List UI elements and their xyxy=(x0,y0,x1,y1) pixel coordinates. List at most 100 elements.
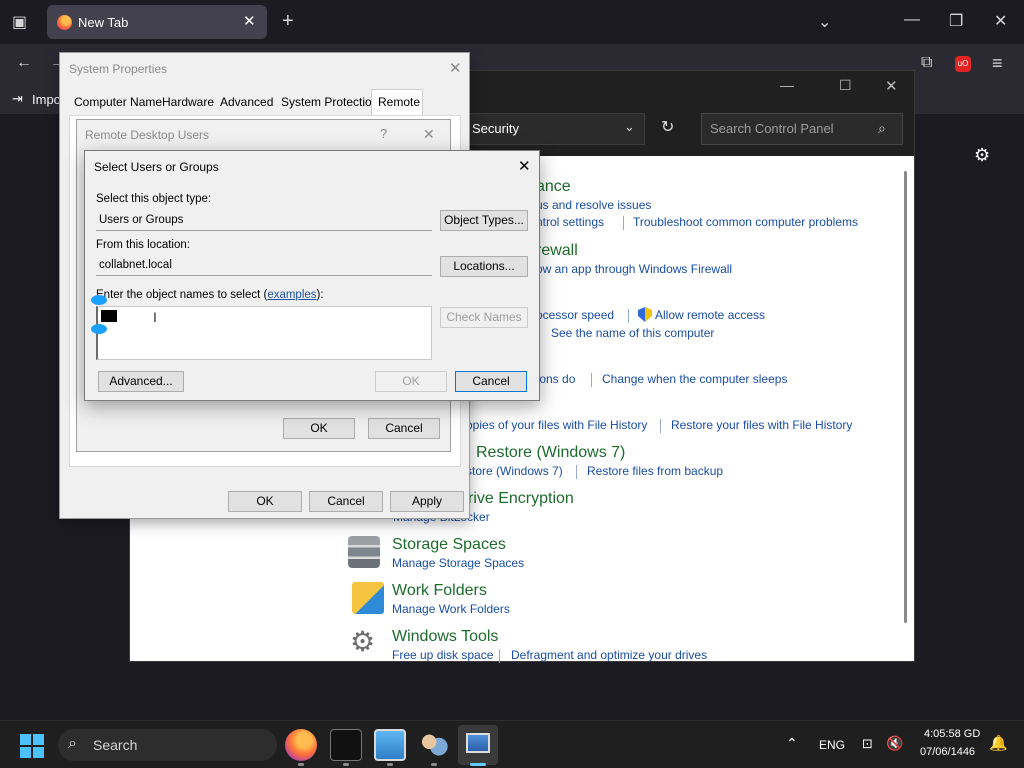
restore-icon[interactable]: ❐ xyxy=(949,11,963,31)
new-tab-icon[interactable]: + xyxy=(282,10,294,33)
running-indicator xyxy=(387,763,393,766)
import-bookmarks-label[interactable]: Impo xyxy=(32,92,61,107)
tab-list-icon[interactable]: ▣ xyxy=(12,12,27,32)
selection-handle-end[interactable] xyxy=(91,324,107,334)
separator xyxy=(576,465,577,479)
cancel-button[interactable]: Cancel xyxy=(455,371,527,392)
notification-bell-icon[interactable]: 🔔 xyxy=(989,734,1008,752)
backup-restore-heading[interactable]: Restore (Windows 7) xyxy=(476,444,625,462)
free-disk-space-link[interactable]: Free up disk space xyxy=(392,648,493,662)
locations-button[interactable]: Locations... xyxy=(440,256,528,277)
firefox-icon[interactable] xyxy=(285,729,317,761)
chevron-up-icon[interactable]: ⌃ xyxy=(786,735,798,752)
clock-date[interactable]: 07/06/1446 xyxy=(920,746,975,758)
processor-speed-link[interactable]: ocessor speed xyxy=(536,308,614,322)
tab-computer-name[interactable]: Computer Name xyxy=(74,95,162,117)
help-icon[interactable]: ? xyxy=(380,126,387,141)
import-bookmarks-icon[interactable]: ⇥ xyxy=(12,91,23,107)
separator xyxy=(591,373,592,387)
system-properties-taskbar-button[interactable] xyxy=(458,725,498,765)
close-window-icon[interactable]: ✕ xyxy=(994,11,1007,31)
examples-link[interactable]: examples xyxy=(267,289,316,301)
running-indicator xyxy=(298,763,304,766)
network-icon[interactable]: ⊡ xyxy=(862,736,873,752)
tab-remote[interactable]: Remote xyxy=(371,89,423,115)
work-folders-heading[interactable]: Work Folders xyxy=(392,582,487,600)
address-text: Security xyxy=(472,121,519,136)
clock-time[interactable]: 4:05:58 GD xyxy=(924,728,980,740)
cp-close-icon[interactable]: ✕ xyxy=(885,77,898,95)
browser-tab-title: New Tab xyxy=(78,15,129,30)
close-icon[interactable]: ✕ xyxy=(423,126,435,143)
scrollbar[interactable] xyxy=(904,171,907,623)
ok-button[interactable]: OK xyxy=(283,418,355,439)
control-panel-icon[interactable] xyxy=(374,729,406,761)
restore-file-history-link[interactable]: Restore your files with File History xyxy=(671,418,852,432)
object-types-button[interactable]: Object Types... xyxy=(440,210,528,231)
taskbar-search-label: Search xyxy=(93,737,138,753)
troubleshoot-link[interactable]: Troubleshoot common computer problems xyxy=(633,215,858,229)
resolve-issues-link[interactable]: us and resolve issues xyxy=(536,198,651,212)
running-indicator xyxy=(343,763,349,766)
allow-app-firewall-link[interactable]: ow an app through Windows Firewall xyxy=(536,262,732,276)
search-icon: ⌕ xyxy=(68,735,77,752)
menu-icon[interactable]: ≡ xyxy=(992,53,1003,74)
defragment-link[interactable]: Defragment and optimize your drives xyxy=(511,648,707,662)
tab-hardware[interactable]: Hardware xyxy=(162,95,214,117)
chevron-down-icon[interactable]: ⌄ xyxy=(818,12,831,32)
maintenance-heading[interactable]: ance xyxy=(536,178,571,196)
computer-sleeps-link[interactable]: Change when the computer sleeps xyxy=(602,372,787,386)
windows-tools-heading[interactable]: Windows Tools xyxy=(392,628,498,646)
chevron-down-icon[interactable]: ⌄ xyxy=(624,119,635,135)
cp-minimize-icon[interactable]: — xyxy=(780,77,794,93)
windows-logo-pane xyxy=(33,734,44,745)
file-history-copies-link[interactable]: opies of your files with File History xyxy=(466,418,647,432)
taskbar-search[interactable]: ⌕ Search xyxy=(58,729,277,761)
gear-icon[interactable]: ⚙ xyxy=(974,145,990,166)
manage-work-folders-link[interactable]: Manage Work Folders xyxy=(392,602,510,616)
cancel-button[interactable]: Cancel xyxy=(309,491,383,512)
allow-remote-access-link[interactable]: Allow remote access xyxy=(655,308,765,322)
ok-button[interactable]: OK xyxy=(375,371,447,392)
users-icon[interactable] xyxy=(418,729,450,761)
tab-advanced[interactable]: Advanced xyxy=(220,95,273,117)
selection-handle-start[interactable] xyxy=(91,295,107,305)
start-button[interactable] xyxy=(20,734,44,758)
location-value: collabnet.local xyxy=(96,256,432,276)
manage-storage-spaces-link[interactable]: Manage Storage Spaces xyxy=(392,556,524,570)
backup-restore-link[interactable]: store (Windows 7) xyxy=(466,464,563,478)
refresh-icon[interactable]: ↻ xyxy=(661,117,674,137)
restore-files-backup-link[interactable]: Restore files from backup xyxy=(587,464,723,478)
tab-system-protection[interactable]: System Protection xyxy=(281,95,378,117)
cp-maximize-icon[interactable]: ☐ xyxy=(839,77,852,94)
bitlocker-heading[interactable]: rive Encryption xyxy=(468,490,574,508)
object-type-value: Users or Groups xyxy=(96,211,432,231)
check-names-button[interactable]: Check Names xyxy=(440,307,528,328)
taskbar: ⌕ Search ⌃ ENG ⊡ 🔇 4:05:58 GD 07/06/1446… xyxy=(0,720,1024,768)
apply-button[interactable]: Apply xyxy=(390,491,464,512)
browser-tab[interactable]: New Tab ✕ xyxy=(47,5,267,39)
power-buttons-link[interactable]: tons do xyxy=(536,372,575,386)
back-arrow-icon[interactable]: ← xyxy=(16,54,32,72)
minimize-icon[interactable]: — xyxy=(904,11,920,29)
storage-spaces-heading[interactable]: Storage Spaces xyxy=(392,536,506,554)
terminal-icon[interactable] xyxy=(330,729,362,761)
windows-logo-pane xyxy=(20,734,31,745)
object-names-input[interactable]: I xyxy=(96,306,432,360)
firewall-heading[interactable]: rewall xyxy=(536,242,578,260)
advanced-button[interactable]: Advanced... xyxy=(98,371,184,392)
volume-muted-icon[interactable]: 🔇 xyxy=(886,735,903,752)
address-field[interactable]: Security ⌄ xyxy=(465,113,645,145)
extensions-icon[interactable]: ⧉ xyxy=(921,54,932,72)
ok-button[interactable]: OK xyxy=(228,491,302,512)
text-cursor-icon: I xyxy=(153,309,157,325)
see-computer-name-link[interactable]: See the name of this computer xyxy=(551,326,714,340)
close-tab-icon[interactable]: ✕ xyxy=(243,12,256,30)
ublock-icon[interactable]: uO xyxy=(955,56,971,72)
search-control-panel-input[interactable]: Search Control Panel ⌕ xyxy=(701,113,903,145)
language-indicator[interactable]: ENG xyxy=(819,738,845,752)
control-settings-link[interactable]: ntrol settings xyxy=(536,215,604,229)
close-icon[interactable]: ✕ xyxy=(449,59,462,77)
close-icon[interactable]: ✕ xyxy=(518,157,531,175)
cancel-button[interactable]: Cancel xyxy=(368,418,440,439)
